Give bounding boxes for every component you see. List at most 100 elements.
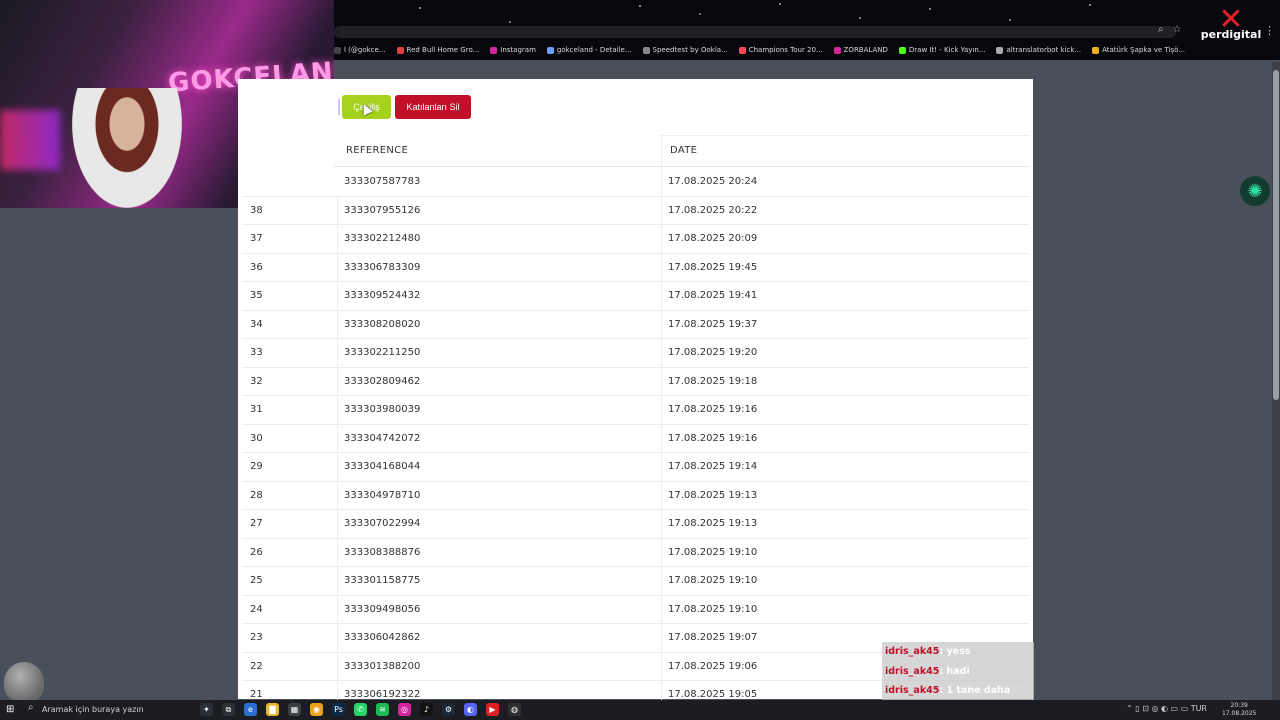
bookmark-label: Instagram xyxy=(500,46,536,54)
row-date: 17.08.2025 19:10 xyxy=(668,603,758,615)
edge-icon[interactable]: e xyxy=(244,703,257,716)
bookmark-item[interactable]: Atatürk Şapka ve Tişö... xyxy=(1092,42,1185,58)
steam-icon[interactable]: ⚙ xyxy=(442,703,455,716)
row-reference: 333308208020 xyxy=(344,318,421,330)
photoshop-icon[interactable]: Ps xyxy=(332,703,345,716)
row-date: 17.08.2025 20:22 xyxy=(668,204,758,216)
table-row[interactable]: 333307587783 17.08.2025 20:24 xyxy=(242,168,1029,197)
ai-assistant-icon[interactable]: ✺ xyxy=(1240,176,1270,206)
discord-icon[interactable]: ◐ xyxy=(464,703,477,716)
row-id: 24 xyxy=(250,603,263,615)
row-date: 17.08.2025 19:13 xyxy=(668,489,758,501)
table-row[interactable]: 34 333308208020 17.08.2025 19:37 xyxy=(242,311,1029,339)
system-tray[interactable]: ⌃ ▯ ⊡ ◎ ◐ ▭ ▭ TUR xyxy=(1126,704,1207,713)
row-reference: 333306192322 xyxy=(344,689,421,700)
table-divider xyxy=(661,135,1029,136)
row-id: 32 xyxy=(250,375,263,387)
bookmark-label: Draw It! - Kick Yayın... xyxy=(908,46,986,54)
address-bar-icons[interactable]: ⌕☆ xyxy=(1158,24,1191,35)
row-id: 30 xyxy=(250,432,263,444)
row-reference: 333307022994 xyxy=(344,518,421,529)
webcam-streamer xyxy=(72,88,182,208)
row-date: 17.08.2025 19:07 xyxy=(668,632,758,643)
bookmark-item[interactable]: l (@gokce... xyxy=(334,42,386,58)
table-row[interactable]: 32 333302809462 17.08.2025 19:18 xyxy=(242,368,1029,396)
row-date: 17.08.2025 19:10 xyxy=(668,546,758,558)
copilot-icon[interactable]: ✦ xyxy=(200,703,213,716)
taskbar: ⊞ ⌕ Aramak için buraya yazın ✦ ⧉ e ▇ ▦ ◉ Ps ✆ ≋ ◎… xyxy=(0,700,1280,720)
table-row[interactable]: 33 333302211250 17.08.2025 19:20 xyxy=(242,339,1029,368)
clock-time: 20:39 xyxy=(1230,702,1248,709)
bookmark-item[interactable]: Champions Tour 20... xyxy=(738,42,823,58)
taskbar-search-input[interactable]: Aramak için buraya yazın xyxy=(22,702,212,718)
bookmark-label: Red Bull Home Gro... xyxy=(406,46,480,54)
chat-username: idris_ak45 xyxy=(885,685,940,696)
row-id: 36 xyxy=(250,261,263,273)
table-row[interactable]: 30 333304742072 17.08.2025 19:16 xyxy=(242,425,1029,453)
obs-icon[interactable]: ◍ xyxy=(508,703,521,716)
youtube-icon[interactable]: ▶ xyxy=(486,703,499,716)
chat-username: idris_ak45 xyxy=(885,665,940,677)
bookmark-favicon-icon xyxy=(396,46,404,54)
bookmark-item[interactable]: Instagram xyxy=(490,42,536,58)
table-row[interactable]: 29 333304168044 17.08.2025 19:14 xyxy=(242,453,1029,482)
clock[interactable]: 20:39 17.08.2025 xyxy=(1222,702,1256,718)
table-row[interactable]: 28 333304978710 17.08.2025 19:13 xyxy=(242,482,1029,510)
row-reference: 333304742072 xyxy=(344,432,421,444)
row-date: 17.08.2025 19:18 xyxy=(668,375,758,387)
chat-text: : hadi xyxy=(939,665,970,677)
table-row[interactable]: 36 333306783309 17.08.2025 19:45 xyxy=(242,254,1029,282)
table-row[interactable]: 24 333309498056 17.08.2025 19:10 xyxy=(242,596,1029,624)
table-row[interactable]: 27 333307022994 17.08.2025 19:13 xyxy=(242,510,1029,539)
bookmark-favicon-icon xyxy=(334,46,341,54)
bookmark-item[interactable]: Draw It! - Kick Yayın... xyxy=(898,42,986,58)
row-id: 34 xyxy=(250,318,263,330)
app-icon[interactable]: ▦ xyxy=(288,703,301,716)
chat-message: idris_ak45: yess xyxy=(882,642,1034,662)
windows-start-icon[interactable]: ⊞ xyxy=(6,704,14,715)
row-date: 17.08.2025 20:24 xyxy=(668,176,758,187)
tiktok-icon[interactable]: ♪ xyxy=(420,703,433,716)
column-header-date[interactable]: DATE xyxy=(670,145,697,156)
row-reference: 333302212480 xyxy=(344,233,421,244)
chrome-icon[interactable]: ◉ xyxy=(310,703,323,716)
bookmark-item[interactable]: Red Bull Home Gro... xyxy=(396,42,480,58)
bookmark-item[interactable]: altranslatorbot kick... xyxy=(996,42,1081,58)
scrollbar-thumb[interactable] xyxy=(1273,70,1279,400)
bookmark-item[interactable]: ZORBALAND xyxy=(833,42,888,58)
delete-participants-button[interactable]: Katılanları Sil xyxy=(395,95,471,119)
spotify-icon[interactable]: ≋ xyxy=(376,703,389,716)
folder-icon[interactable]: ▇ xyxy=(266,703,279,716)
row-id: 33 xyxy=(250,347,263,358)
address-bar[interactable] xyxy=(334,26,1176,38)
table-row[interactable]: 31 333303980039 17.08.2025 19:16 xyxy=(242,396,1029,425)
task-view-icon[interactable]: ⧉ xyxy=(222,703,235,716)
clock-date: 17.08.2025 xyxy=(1222,710,1257,717)
row-reference: 333304978710 xyxy=(344,489,421,501)
table-row[interactable]: 37 333302212480 17.08.2025 20:09 xyxy=(242,225,1029,254)
bookmark-favicon-icon xyxy=(996,46,1004,54)
table-row[interactable]: 25 333301158775 17.08.2025 19:10 xyxy=(242,567,1029,596)
row-id: 37 xyxy=(250,233,263,244)
column-header-reference[interactable]: REFERENCE xyxy=(346,145,408,156)
table-row[interactable]: 38 333307955126 17.08.2025 20:22 xyxy=(242,197,1029,225)
table-row[interactable]: 26 333308388876 17.08.2025 19:10 xyxy=(242,539,1029,567)
bookmark-label: Champions Tour 20... xyxy=(748,46,823,54)
bookmark-item[interactable]: Speedtest by Ookla... xyxy=(642,42,728,58)
brand-name: perdigital xyxy=(1200,28,1262,41)
whatsapp-icon[interactable]: ✆ xyxy=(354,703,367,716)
bookmark-item[interactable]: gokceland - Detaile... xyxy=(546,42,632,58)
language-indicator[interactable]: TUR xyxy=(1191,704,1207,713)
bookmark-favicon-icon xyxy=(833,46,841,54)
instagram-icon[interactable]: ◎ xyxy=(398,703,411,716)
row-date: 17.08.2025 19:14 xyxy=(668,461,758,472)
row-id: 28 xyxy=(250,489,263,501)
row-id: 22 xyxy=(250,660,263,672)
table-row[interactable]: 35 333309524432 17.08.2025 19:41 xyxy=(242,282,1029,311)
bookmarks-bar: l (@gokce... Red Bull Home Gro... Instagra… xyxy=(334,42,1185,58)
bookmark-label: l (@gokce... xyxy=(344,46,386,54)
row-id: 27 xyxy=(250,518,263,529)
bookmark-favicon-icon xyxy=(490,46,498,54)
chat-text: : yess xyxy=(939,646,971,657)
tray-icons[interactable]: ⌃ ▯ ⊡ ◎ ◐ ▭ ▭ xyxy=(1126,704,1191,713)
